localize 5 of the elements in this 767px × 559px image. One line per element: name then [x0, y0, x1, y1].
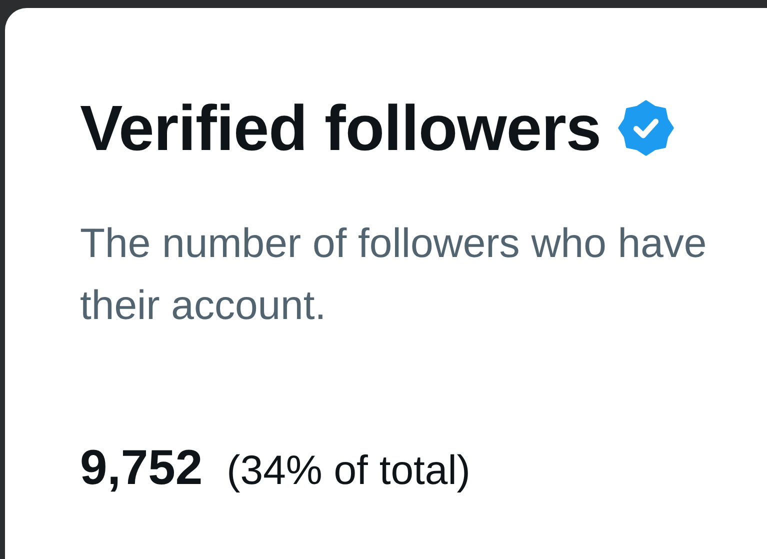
card-title: Verified followers [80, 93, 601, 164]
card-description: The number of followers who have their account. [80, 219, 708, 330]
verified-badge-icon [616, 99, 675, 158]
follower-count: 9,752 [80, 440, 203, 498]
share-of-total: (34% of total) [226, 446, 470, 496]
